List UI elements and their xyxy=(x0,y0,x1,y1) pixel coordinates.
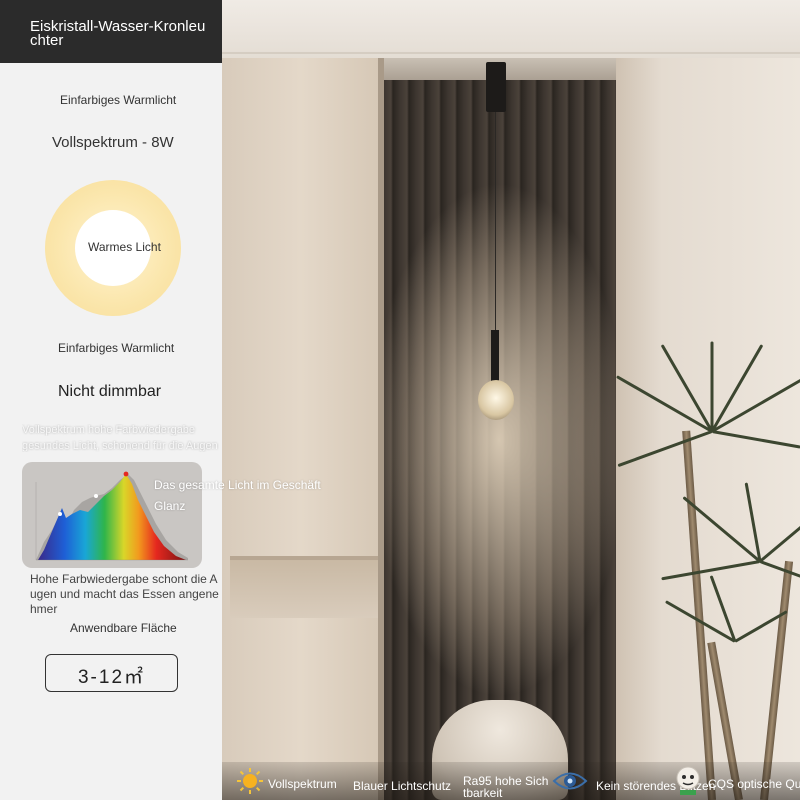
light-type-label: Einfarbiges Warmlicht xyxy=(58,341,175,355)
applicable-area-value: 3-12㎡ xyxy=(77,667,146,688)
feature-label: CQS optische Qualität xyxy=(708,778,800,790)
spectrum-overlay-line: Das gesamte Licht im Geschäft xyxy=(154,478,321,492)
feature-label: Kein störendes Blitzen xyxy=(596,780,716,792)
feature-label: Vollspektrum xyxy=(268,777,337,791)
warm-light-label: Warmes Licht xyxy=(88,240,161,254)
palm-frond xyxy=(710,341,714,432)
dimmable-status: Nicht dimmbar xyxy=(58,383,162,400)
applicable-area-label: Anwendbare Fläche xyxy=(70,621,177,635)
faded-caption: Vollspektrum hohe Farbwiedergabe xyxy=(22,424,196,436)
light-glow xyxy=(384,80,616,800)
eye-icon xyxy=(552,772,588,790)
pendant-stem xyxy=(491,330,499,382)
panel-header: Eiskristall-Wasser-Kronleuchter xyxy=(0,0,222,63)
cabinet-niche xyxy=(230,560,380,618)
product-info-panel: Eiskristall-Wasser-Kronleuchter Einfarbi… xyxy=(0,0,222,800)
product-title: Eiskristall-Wasser-Kronleuchter xyxy=(30,18,206,49)
pendant-globe xyxy=(478,380,514,420)
cqs-badge-icon xyxy=(676,766,700,795)
spectrum-power: Vollspektrum - 8W xyxy=(52,134,174,151)
sun-icon xyxy=(237,768,263,794)
ceiling-molding xyxy=(220,52,800,54)
cabinet xyxy=(222,58,380,800)
feature-label: Blauer Lichtschutz xyxy=(353,779,452,793)
feature-label: Ra95 hohe Sichtbarkeit xyxy=(463,775,549,800)
ceiling-mount xyxy=(486,62,506,112)
light-type-label: Einfarbiges Warmlicht xyxy=(60,93,177,107)
color-rendering-note: Hohe Farbwiedergabe schont die Augen und… xyxy=(30,572,219,616)
spectrum-overlay-line: Glanz xyxy=(154,499,186,513)
faded-caption: gesundes Licht, schonend für die Augen xyxy=(22,440,218,452)
